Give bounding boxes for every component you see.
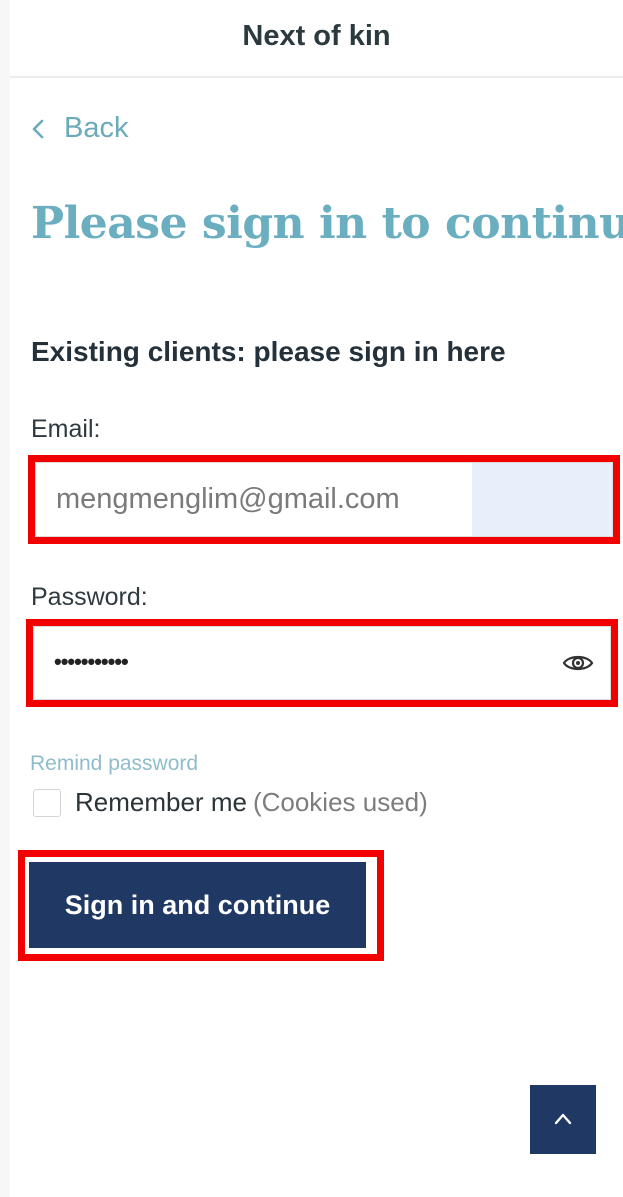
email-field-highlight [28, 455, 620, 544]
sign-in-button-highlight [18, 850, 384, 961]
back-link-label: Back [64, 112, 129, 144]
header-title: Next of kin [242, 20, 391, 52]
remember-me-checkbox[interactable] [33, 788, 61, 817]
back-link[interactable]: Back [30, 112, 128, 145]
left-edge-strip [0, 0, 10, 1197]
top-bar: Next of kin [10, 0, 623, 78]
remind-password-link[interactable]: Remind password [30, 752, 198, 776]
remember-me-label[interactable]: Remember me [75, 787, 247, 818]
page-title: Please sign in to continue [31, 198, 623, 249]
password-field-highlight [26, 619, 618, 707]
remember-me-row: Remember me (Cookies used) [33, 787, 428, 818]
section-heading: Existing clients: please sign in here [31, 336, 506, 367]
chevron-left-icon [32, 119, 44, 138]
password-label: Password: [31, 583, 148, 611]
email-label: Email: [31, 415, 101, 443]
cookies-note: (Cookies used) [252, 787, 428, 817]
page: Next of kin Back Please sign in to conti… [0, 0, 623, 1197]
chevron-up-icon [554, 1113, 572, 1125]
scroll-to-top-button[interactable] [530, 1085, 596, 1154]
